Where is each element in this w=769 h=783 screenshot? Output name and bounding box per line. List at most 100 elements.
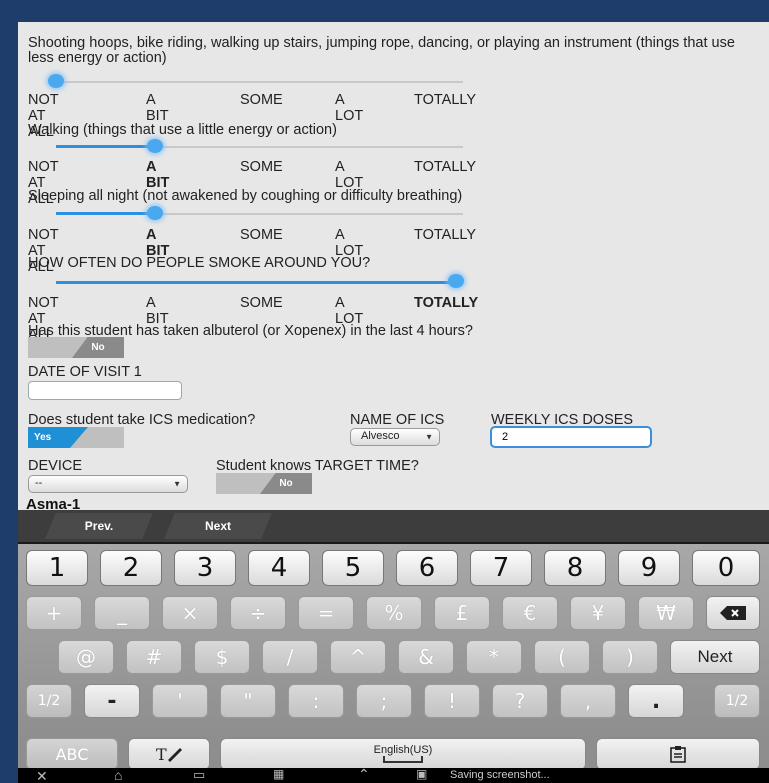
key-plus[interactable]: + bbox=[26, 596, 82, 630]
up-arrow-icon[interactable]: ⌃ bbox=[358, 766, 370, 783]
key-euro[interactable]: € bbox=[502, 596, 558, 630]
space-key-language: English(US) bbox=[373, 744, 433, 756]
space-key[interactable]: English(US) bbox=[220, 738, 586, 770]
backspace-icon bbox=[720, 606, 746, 620]
albuterol-toggle[interactable]: No bbox=[28, 337, 124, 358]
option-a-bit[interactable]: A BIT bbox=[146, 92, 169, 124]
clipboard-key[interactable] bbox=[596, 738, 760, 770]
dropdown-arrow-icon: ▼ bbox=[425, 432, 433, 442]
slider-thumb[interactable] bbox=[147, 139, 163, 153]
key-dash[interactable]: - bbox=[84, 684, 140, 718]
weekly-ics-doses-input[interactable]: 2 bbox=[490, 426, 652, 448]
key-colon[interactable]: : bbox=[288, 684, 344, 718]
recent-apps-icon[interactable]: ▭ bbox=[193, 767, 205, 783]
key-6[interactable]: 6 bbox=[396, 550, 458, 586]
notification-icon: ▣ bbox=[416, 767, 428, 781]
system-navigation-bar: ✕ ⌂ ▭ ▦ ⌃ ▣ Saving screenshot... bbox=[18, 766, 769, 783]
weekly-ics-doses-value: 2 bbox=[502, 431, 509, 443]
target-time-question: Student knows TARGET TIME? bbox=[216, 458, 419, 474]
option-totally[interactable]: TOTALLY bbox=[414, 159, 476, 175]
back-icon[interactable]: ✕ bbox=[36, 768, 48, 783]
key-equals[interactable]: = bbox=[298, 596, 354, 630]
abc-key[interactable]: ABC bbox=[26, 738, 118, 770]
slider-thumb[interactable] bbox=[48, 74, 64, 88]
svg-text:T: T bbox=[156, 745, 167, 764]
prev-button[interactable]: Prev. bbox=[45, 513, 153, 539]
key-close-paren[interactable]: ) bbox=[602, 640, 658, 674]
option-totally[interactable]: TOTALLY bbox=[414, 227, 476, 243]
option-a-lot[interactable]: A LOT bbox=[335, 92, 363, 124]
option-totally[interactable]: TOTALLY bbox=[414, 295, 478, 311]
key-3[interactable]: 3 bbox=[174, 550, 236, 586]
key-caret[interactable]: ^ bbox=[330, 640, 386, 674]
home-icon[interactable]: ⌂ bbox=[114, 767, 122, 783]
key-hash[interactable]: # bbox=[126, 640, 182, 674]
date-of-visit-input[interactable] bbox=[28, 381, 182, 400]
key-1[interactable]: 1 bbox=[26, 550, 88, 586]
clipboard-icon bbox=[670, 746, 686, 763]
key-quote[interactable]: " bbox=[220, 684, 276, 718]
key-0[interactable]: 0 bbox=[692, 550, 760, 586]
key-underscore[interactable]: _ bbox=[94, 596, 150, 630]
option-some[interactable]: SOME bbox=[240, 92, 283, 108]
device-select[interactable]: -- ▼ bbox=[28, 475, 188, 493]
key-4[interactable]: 4 bbox=[248, 550, 310, 586]
keyboard-next-key[interactable]: Next bbox=[670, 640, 760, 674]
slider-thumb[interactable] bbox=[147, 206, 163, 220]
key-7[interactable]: 7 bbox=[470, 550, 532, 586]
key-8[interactable]: 8 bbox=[544, 550, 606, 586]
key-percent[interactable]: % bbox=[366, 596, 422, 630]
key-pound[interactable]: £ bbox=[434, 596, 490, 630]
key-at[interactable]: @ bbox=[58, 640, 114, 674]
target-time-toggle[interactable]: No bbox=[216, 473, 312, 494]
backspace-key[interactable] bbox=[706, 596, 760, 630]
key-divide[interactable]: ÷ bbox=[230, 596, 286, 630]
slider-thumb[interactable] bbox=[448, 274, 464, 288]
key-question[interactable]: ? bbox=[492, 684, 548, 718]
option-some[interactable]: SOME bbox=[240, 227, 283, 243]
option-some[interactable]: SOME bbox=[240, 159, 283, 175]
key-apostrophe[interactable]: ' bbox=[152, 684, 208, 718]
key-period[interactable]: . bbox=[628, 684, 684, 718]
key-exclamation[interactable]: ! bbox=[424, 684, 480, 718]
key-won[interactable]: ₩ bbox=[638, 596, 694, 630]
handwriting-key[interactable]: T bbox=[128, 738, 210, 770]
keyboard-bottom-row: ABC T English(US) bbox=[18, 738, 769, 770]
key-asterisk[interactable]: * bbox=[466, 640, 522, 674]
question-2-text: Walking (things that use a little energy… bbox=[28, 122, 337, 138]
keyboard-nav-bar: Prev. Next bbox=[18, 510, 769, 544]
ics-toggle[interactable]: Yes bbox=[28, 427, 124, 448]
option-some[interactable]: SOME bbox=[240, 295, 283, 311]
key-ampersand[interactable]: & bbox=[398, 640, 454, 674]
date-of-visit-label: DATE OF VISIT 1 bbox=[28, 364, 142, 380]
key-semicolon[interactable]: ; bbox=[356, 684, 412, 718]
option-totally[interactable]: TOTALLY bbox=[414, 92, 476, 108]
key-5[interactable]: 5 bbox=[322, 550, 384, 586]
screenshot-icon[interactable]: ▦ bbox=[273, 767, 284, 781]
question-3-text: Sleeping all night (not awakened by coug… bbox=[28, 188, 463, 204]
option-a-lot[interactable]: A LOT bbox=[335, 159, 363, 191]
key-open-paren[interactable]: ( bbox=[534, 640, 590, 674]
option-a-bit[interactable]: A BIT bbox=[146, 159, 169, 191]
keyboard-keys: 1 2 3 4 5 6 7 8 9 0 + _ × ÷ = % £ € ¥ ₩ … bbox=[18, 544, 769, 740]
key-yen[interactable]: ¥ bbox=[570, 596, 626, 630]
device-label: DEVICE bbox=[28, 458, 82, 474]
app-screen: Shooting hoops, bike riding, walking up … bbox=[18, 22, 769, 783]
space-bar-icon bbox=[383, 756, 423, 763]
key-page-toggle-right[interactable]: 1/2 bbox=[714, 684, 760, 718]
key-comma[interactable]: , bbox=[560, 684, 616, 718]
key-slash[interactable]: / bbox=[262, 640, 318, 674]
key-dollar[interactable]: $ bbox=[194, 640, 250, 674]
question-1-text: Shooting hoops, bike riding, walking up … bbox=[28, 35, 735, 66]
key-2[interactable]: 2 bbox=[100, 550, 162, 586]
key-multiply[interactable]: × bbox=[162, 596, 218, 630]
next-button[interactable]: Next bbox=[164, 513, 272, 539]
ics-name-value: Alvesco bbox=[361, 430, 400, 442]
ics-name-select[interactable]: Alvesco ▼ bbox=[350, 428, 440, 446]
key-9[interactable]: 9 bbox=[618, 550, 680, 586]
key-page-toggle-left[interactable]: 1/2 bbox=[26, 684, 72, 718]
dropdown-arrow-icon: ▼ bbox=[173, 479, 181, 489]
ics-question: Does student take ICS medication? bbox=[28, 412, 256, 428]
saving-screenshot-status: Saving screenshot... bbox=[450, 769, 550, 781]
question-4-text: HOW OFTEN DO PEOPLE SMOKE AROUND YOU? bbox=[28, 255, 371, 271]
